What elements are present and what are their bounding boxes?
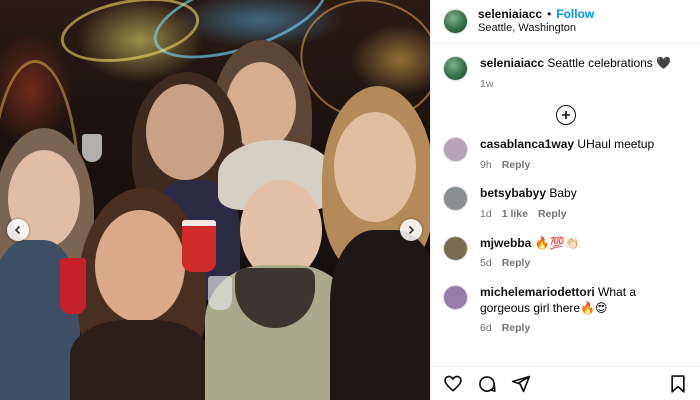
comment-body: Baby [549, 186, 577, 201]
comment-meta: 6d Reply [480, 322, 688, 336]
location-link[interactable]: Seattle, Washington [478, 22, 594, 36]
header-top: seleniaiacc • Follow [478, 7, 594, 22]
comment-time: 5d [480, 257, 492, 270]
chevron-right-icon [408, 225, 415, 235]
avatar[interactable] [443, 56, 468, 81]
comment-item: michelemariodettori What a gorgeous girl… [443, 284, 688, 336]
load-more-wrap [443, 105, 688, 126]
reply-button[interactable]: Reply [502, 159, 531, 173]
post-photo[interactable] [0, 0, 430, 400]
bookmark-icon[interactable] [668, 374, 688, 394]
person-face [334, 112, 416, 222]
comment-time: 6d [480, 322, 492, 335]
reply-button[interactable]: Reply [502, 322, 531, 336]
comment-text: casablanca1way UHaul meetup 9h Reply [480, 137, 654, 172]
plus-circle-icon [561, 111, 570, 120]
follow-button[interactable]: Follow [556, 7, 594, 22]
comment-meta: 5d Reply [480, 257, 580, 271]
avatar[interactable] [443, 186, 468, 212]
comment-meta: 9h Reply [480, 159, 654, 173]
clear-cup [208, 276, 232, 310]
avatar[interactable] [443, 235, 468, 261]
caption-body: Seattle celebrations 🖤 [547, 56, 672, 70]
chevron-left-icon [14, 225, 21, 235]
post-header: seleniaiacc • Follow Seattle, Washington [431, 0, 700, 44]
instagram-post: seleniaiacc • Follow Seattle, Washington… [0, 0, 700, 400]
comment-username[interactable]: casablanca1way [480, 137, 574, 151]
person-body [330, 230, 430, 400]
comment-item: mjwebba 🔥💯👏🏻 5d Reply [443, 235, 688, 271]
caption-username[interactable]: seleniaiacc [480, 56, 544, 70]
person-face [146, 84, 224, 180]
comment-time: 9h [480, 158, 492, 171]
caption-text: seleniaiacc Seattle celebrations 🖤 1w [480, 56, 671, 91]
previous-photo-button[interactable] [7, 219, 29, 241]
clear-cup [82, 134, 102, 162]
comment-time: 1d [480, 208, 492, 221]
comment-item: casablanca1way UHaul meetup 9h Reply [443, 137, 688, 172]
comment-icon[interactable] [477, 374, 497, 394]
reply-button[interactable]: Reply [502, 257, 531, 271]
comment-meta: 1d 1 like Reply [480, 208, 577, 222]
separator-dot: • [547, 7, 552, 22]
author-username[interactable]: seleniaiacc [478, 7, 542, 22]
person-body [70, 320, 210, 400]
red-cup [60, 258, 86, 314]
comment-username[interactable]: michelemariodettori [480, 285, 595, 299]
comment-username[interactable]: betsybabyy [480, 186, 546, 200]
action-bar [431, 366, 700, 400]
caption-meta: 1w [480, 78, 671, 92]
comment-text: mjwebba 🔥💯👏🏻 5d Reply [480, 236, 580, 271]
header-text: seleniaiacc • Follow Seattle, Washington [478, 7, 594, 36]
heart-icon[interactable] [443, 374, 463, 394]
avatar[interactable] [443, 137, 468, 163]
likes-count[interactable]: 1 like [502, 208, 528, 222]
caption: seleniaiacc Seattle celebrations 🖤 1w [443, 56, 688, 91]
red-cup [182, 220, 216, 272]
avatar[interactable] [443, 9, 468, 34]
caption-time: 1w [480, 77, 494, 90]
comment-body: 🔥💯👏🏻 [534, 235, 580, 250]
comments-section: seleniaiacc Seattle celebrations 🖤 1w ca… [431, 44, 700, 366]
next-photo-button[interactable] [400, 219, 422, 241]
avatar[interactable] [443, 284, 468, 310]
person-face [95, 210, 185, 322]
comment-body: UHaul meetup [577, 137, 655, 152]
comment-text: michelemariodettori What a gorgeous girl… [480, 285, 688, 336]
load-more-comments-button[interactable] [555, 105, 576, 126]
comment-text: betsybabyy Baby 1d 1 like Reply [480, 186, 577, 221]
post-side-panel: seleniaiacc • Follow Seattle, Washington… [430, 0, 700, 400]
comment-item: betsybabyy Baby 1d 1 like Reply [443, 186, 688, 221]
share-icon[interactable] [511, 374, 531, 394]
comment-username[interactable]: mjwebba [480, 236, 531, 250]
reply-button[interactable]: Reply [538, 208, 567, 222]
light-streak [55, 0, 205, 72]
